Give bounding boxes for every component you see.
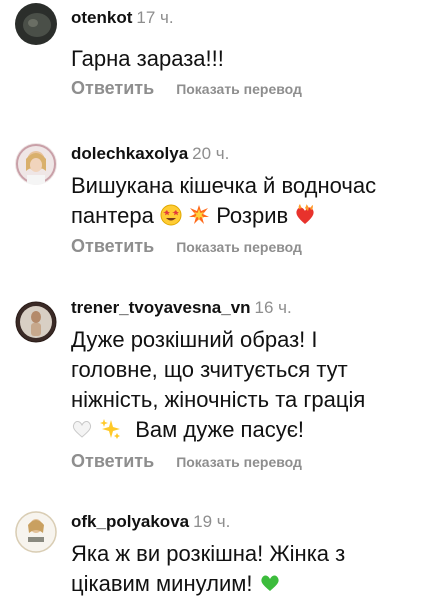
comment-text: Яка ж ви розкішна! Жінка з цікавим минул… bbox=[71, 539, 421, 602]
avatar[interactable] bbox=[15, 511, 57, 553]
reply-button[interactable]: Ответить bbox=[71, 236, 154, 256]
timestamp: 17 ч. bbox=[136, 8, 174, 27]
reply-button[interactable]: Ответить bbox=[71, 78, 154, 98]
avatar[interactable] bbox=[15, 3, 57, 45]
comment-text: Гарна зараза!!! bbox=[71, 46, 224, 71]
avatar[interactable] bbox=[15, 143, 57, 185]
white-heart-emoji bbox=[71, 418, 93, 448]
username[interactable]: ofk_polyakova bbox=[71, 512, 189, 531]
comment-text: Вишукана кішечка й водночас пантера Розр… bbox=[71, 171, 421, 234]
comment-text: Дуже розкішний образ! І головне, що зчит… bbox=[71, 325, 421, 448]
timestamp: 16 ч. bbox=[254, 298, 292, 317]
timestamp: 19 ч. bbox=[193, 512, 231, 531]
heart-on-fire-emoji bbox=[294, 204, 316, 234]
green-heart-emoji bbox=[259, 572, 281, 602]
timestamp: 20 ч. bbox=[192, 144, 230, 163]
collision-emoji bbox=[188, 204, 210, 234]
star-struck-emoji bbox=[160, 204, 182, 234]
avatar[interactable] bbox=[15, 301, 57, 343]
reply-button[interactable]: Ответить bbox=[71, 451, 154, 471]
username[interactable]: otenkot bbox=[71, 8, 132, 27]
show-translation-button[interactable]: Показать перевод bbox=[176, 454, 302, 470]
username[interactable]: trener_tvoyavesna_vn bbox=[71, 298, 251, 317]
show-translation-button[interactable]: Показать перевод bbox=[176, 239, 302, 255]
username[interactable]: dolechkaxolya bbox=[71, 144, 188, 163]
sparkles-emoji bbox=[99, 418, 121, 448]
show-translation-button[interactable]: Показать перевод bbox=[176, 81, 302, 97]
